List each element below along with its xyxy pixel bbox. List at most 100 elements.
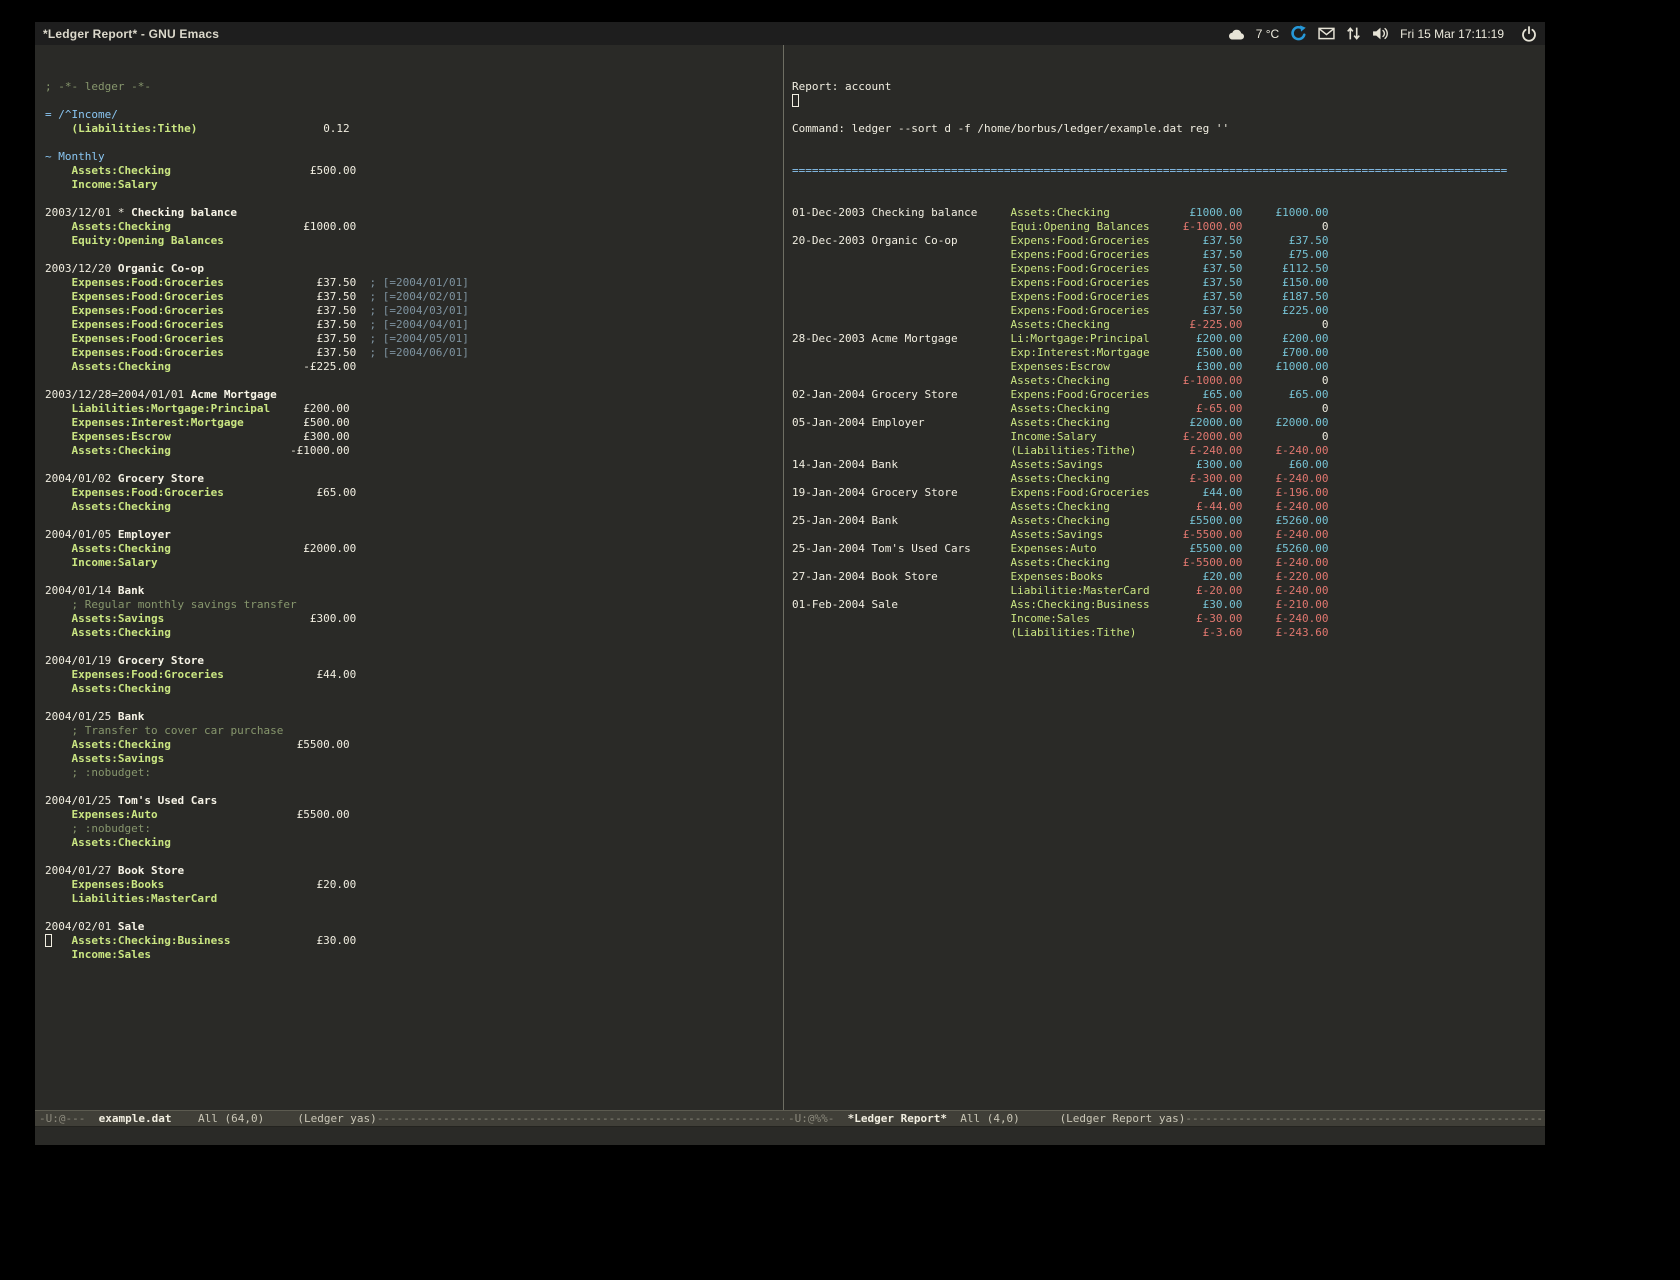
report-row: (Liabilities:Tithe) £-3.60 £-243.60 — [792, 626, 1545, 640]
source-line: Expenses:Food:Groceries £65.00 — [45, 486, 783, 500]
source-line — [45, 640, 783, 654]
report-row: Assets:Checking £-65.00 0 — [792, 402, 1545, 416]
report-row: 05-Jan-2004 Employer Assets:Checking £20… — [792, 416, 1545, 430]
report-lines: 01-Dec-2003 Checking balance Assets:Chec… — [792, 206, 1545, 640]
report-row: Expens:Food:Groceries £37.50 £225.00 — [792, 304, 1545, 318]
source-buffer: ; -*- ledger -*- = /^Income/ (Liabilitie… — [45, 80, 783, 976]
source-line: ; :nobudget: — [45, 822, 783, 836]
report-row: 28-Dec-2003 Acme Mortgage Li:Mortgage:Pr… — [792, 332, 1545, 346]
source-line: Assets:Checking:Business £30.00 — [45, 934, 783, 948]
source-line: 2004/01/02 Grocery Store — [45, 472, 783, 486]
source-line: 2004/01/05 Employer — [45, 528, 783, 542]
mail-icon[interactable] — [1318, 27, 1335, 40]
source-line — [45, 780, 783, 794]
report-row: Income:Salary £-2000.00 0 — [792, 430, 1545, 444]
temperature-label: 7 °C — [1256, 27, 1279, 41]
report-row: Equi:Opening Balances £-1000.00 0 — [792, 220, 1545, 234]
source-line: Expenses:Interest:Mortgage £500.00 — [45, 416, 783, 430]
source-line: ; Regular monthly savings transfer — [45, 598, 783, 612]
refresh-icon[interactable] — [1290, 25, 1307, 42]
source-line: 2004/01/27 Book Store — [45, 864, 783, 878]
clock-label[interactable]: Fri 15 Mar 17:11:19 — [1400, 27, 1504, 41]
source-line: Expenses:Escrow £300.00 — [45, 430, 783, 444]
source-line — [45, 696, 783, 710]
source-line — [45, 458, 783, 472]
source-line: Assets:Savings £300.00 — [45, 612, 783, 626]
report-row: Exp:Interest:Mortgage £500.00 £700.00 — [792, 346, 1545, 360]
source-line: Assets:Checking £5500.00 — [45, 738, 783, 752]
source-line: 2004/01/25 Bank — [45, 710, 783, 724]
report-row: 20-Dec-2003 Organic Co-op Expens:Food:Gr… — [792, 234, 1545, 248]
source-line: Expenses:Books £20.00 — [45, 878, 783, 892]
source-line: Income:Salary — [45, 178, 783, 192]
network-traffic-icon[interactable] — [1346, 26, 1361, 41]
source-line: ~ Monthly — [45, 150, 783, 164]
source-line: Assets:Checking -£1000.00 — [45, 444, 783, 458]
window-title: *Ledger Report* - GNU Emacs — [43, 27, 219, 41]
source-line: Expenses:Auto £5500.00 — [45, 808, 783, 822]
report-row: 14-Jan-2004 Bank Assets:Savings £300.00 … — [792, 458, 1545, 472]
report-header-line: Report: account — [792, 80, 1545, 94]
source-line: Assets:Checking — [45, 626, 783, 640]
report-row: Assets:Checking £-44.00 £-240.00 — [792, 500, 1545, 514]
report-row: Expens:Food:Groceries £37.50 £150.00 — [792, 276, 1545, 290]
source-line: Liabilities:MasterCard — [45, 892, 783, 906]
source-line: Liabilities:Mortgage:Principal £200.00 — [45, 402, 783, 416]
source-line: 2003/12/28=2004/01/01 Acme Mortgage — [45, 388, 783, 402]
report-row: Assets:Checking £-1000.00 0 — [792, 374, 1545, 388]
source-line: Expenses:Food:Groceries £37.50 ; [=2004/… — [45, 304, 783, 318]
power-icon[interactable] — [1521, 26, 1537, 42]
inactive-cursor-report — [792, 94, 799, 107]
source-line: 2004/01/14 Bank — [45, 584, 783, 598]
source-line: Assets:Checking — [45, 682, 783, 696]
source-line: 2004/01/19 Grocery Store — [45, 654, 783, 668]
source-line: Assets:Checking -£225.00 — [45, 360, 783, 374]
source-line — [45, 136, 783, 150]
report-command-line: Command: ledger --sort d -f /home/borbus… — [792, 122, 1545, 136]
desktop: *Ledger Report* - GNU Emacs 7 °C — [0, 0, 1680, 1280]
source-line: ; :nobudget: — [45, 766, 783, 780]
report-separator: ========================================… — [792, 164, 1545, 178]
source-line: Expenses:Food:Groceries £44.00 — [45, 668, 783, 682]
report-window[interactable]: Report: account Command: ledger --sort d… — [784, 45, 1545, 1110]
report-row: 01-Feb-2004 Sale Ass:Checking:Business £… — [792, 598, 1545, 612]
source-line: Assets:Checking £1000.00 — [45, 220, 783, 234]
source-line: Expenses:Food:Groceries £37.50 ; [=2004/… — [45, 318, 783, 332]
source-line: Assets:Checking — [45, 836, 783, 850]
modeline-report[interactable]: -U:@%%- *Ledger Report* All (4,0) (Ledge… — [784, 1110, 1545, 1127]
source-line — [45, 906, 783, 920]
weather-cloud-icon[interactable] — [1228, 28, 1245, 40]
source-window[interactable]: ; -*- ledger -*- = /^Income/ (Liabilitie… — [35, 45, 783, 1110]
report-row: Expens:Food:Groceries £37.50 £112.50 — [792, 262, 1545, 276]
source-line: Assets:Checking £2000.00 — [45, 542, 783, 556]
source-line: 2004/01/25 Tom's Used Cars — [45, 794, 783, 808]
source-line: ; -*- ledger -*- — [45, 80, 783, 94]
system-tray: 7 °C Fri 15 Mar 17:11:19 — [1228, 25, 1537, 42]
source-line — [45, 248, 783, 262]
source-line: 2003/12/01 * Checking balance — [45, 206, 783, 220]
source-line: Equity:Opening Balances — [45, 234, 783, 248]
source-line — [45, 514, 783, 528]
emacs-frame: ; -*- ledger -*- = /^Income/ (Liabilitie… — [35, 45, 1545, 1145]
source-line: Assets:Checking £500.00 — [45, 164, 783, 178]
report-row: 02-Jan-2004 Grocery Store Expens:Food:Gr… — [792, 388, 1545, 402]
source-line: Expenses:Food:Groceries £37.50 ; [=2004/… — [45, 276, 783, 290]
source-line: Expenses:Food:Groceries £37.50 ; [=2004/… — [45, 332, 783, 346]
modelines: -U:@--- example.dat All (64,0) (Ledger y… — [35, 1110, 1545, 1127]
source-line — [45, 94, 783, 108]
report-row: (Liabilities:Tithe) £-240.00 £-240.00 — [792, 444, 1545, 458]
modeline-source[interactable]: -U:@--- example.dat All (64,0) (Ledger y… — [35, 1110, 784, 1127]
source-line: Expenses:Food:Groceries £37.50 ; [=2004/… — [45, 346, 783, 360]
volume-icon[interactable] — [1372, 26, 1389, 41]
inactive-cursor-source — [45, 934, 52, 947]
source-line: Assets:Savings — [45, 752, 783, 766]
emacs-window: *Ledger Report* - GNU Emacs 7 °C — [35, 22, 1545, 1145]
echo-area[interactable] — [35, 1127, 1545, 1145]
titlebar[interactable]: *Ledger Report* - GNU Emacs 7 °C — [35, 22, 1545, 45]
report-row: Assets:Checking £-5500.00 £-240.00 — [792, 556, 1545, 570]
source-line — [45, 570, 783, 584]
report-row: 19-Jan-2004 Grocery Store Expens:Food:Gr… — [792, 486, 1545, 500]
report-row: Expens:Food:Groceries £37.50 £187.50 — [792, 290, 1545, 304]
report-row: Expenses:Escrow £300.00 £1000.00 — [792, 360, 1545, 374]
report-row: 27-Jan-2004 Book Store Expenses:Books £2… — [792, 570, 1545, 584]
